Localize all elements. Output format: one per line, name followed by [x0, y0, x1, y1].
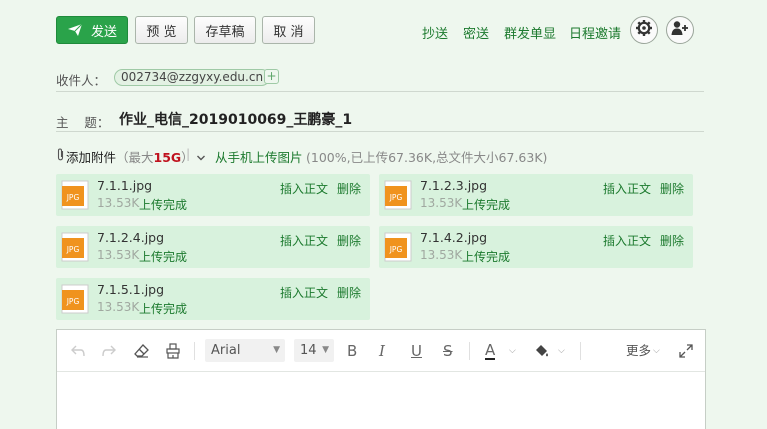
toolbar-separator	[194, 342, 195, 360]
file-type-label: JPG	[66, 297, 80, 306]
attachment-item: JPG 7.1.4.2.jpg 13.53K 上传完成 插入正文 删除	[379, 226, 693, 268]
attachment-item: JPG 7.1.2.4.jpg 13.53K 上传完成 插入正文 删除	[56, 226, 370, 268]
more-button[interactable]: 更多	[626, 342, 651, 360]
italic-button[interactable]: I	[379, 342, 385, 360]
chevron-down-icon[interactable]	[196, 150, 206, 165]
attachment-size: 13.53K	[97, 248, 140, 262]
chevron-down-icon: ▼	[273, 345, 280, 355]
save-draft-button[interactable]: 存草稿	[194, 16, 256, 44]
settings-button[interactable]	[630, 16, 658, 44]
delete-attachment-link[interactable]: 删除	[660, 232, 684, 249]
bcc-link[interactable]: 密送	[463, 23, 489, 42]
font-size-select[interactable]: 14 ▼	[294, 339, 334, 362]
divider-bar: |	[186, 146, 191, 161]
attachment-item: JPG 7.1.2.3.jpg 13.53K 上传完成 插入正文 删除	[379, 174, 693, 216]
subject-input[interactable]: 作业_电信_2019010069_王鹏豪_1	[119, 109, 352, 129]
jpg-file-icon: JPG	[60, 180, 90, 210]
redo-icon[interactable]	[100, 342, 118, 360]
max-size-value: 15G	[153, 150, 182, 165]
max-size-note: （最大15G）	[116, 147, 194, 166]
add-attachment-link[interactable]: 添加附件	[66, 147, 116, 166]
attachment-size: 13.53K	[97, 300, 140, 314]
attachment-size: 13.53K	[420, 196, 463, 210]
send-button[interactable]: 发送	[56, 16, 128, 44]
file-type-label: JPG	[66, 245, 80, 254]
font-color-button[interactable]: A	[485, 342, 496, 360]
subject-divider	[56, 131, 704, 132]
cc-link[interactable]: 抄送	[422, 23, 448, 42]
preview-button[interactable]: 预 览	[135, 16, 188, 44]
send-plane-icon	[67, 23, 83, 37]
attachment-name: 7.1.2.4.jpg	[97, 230, 165, 245]
insert-into-body-link[interactable]: 插入正文	[603, 232, 651, 249]
subject-label: 主 题：	[56, 115, 110, 130]
font-family-value: Arial	[211, 343, 241, 358]
file-type-label: JPG	[389, 245, 403, 254]
attachment-status: 上传完成	[139, 198, 188, 212]
attachment-name: 7.1.4.2.jpg	[420, 230, 488, 245]
underline-button[interactable]: U	[411, 342, 422, 360]
file-type-label: JPG	[389, 193, 403, 202]
chevron-down-icon: ▼	[322, 345, 329, 355]
jpg-file-icon: JPG	[60, 284, 90, 314]
chevron-down-icon[interactable]: ⌵	[558, 342, 565, 360]
insert-into-body-link[interactable]: 插入正文	[280, 232, 328, 249]
gear-icon	[635, 19, 653, 41]
toolbar-separator	[580, 342, 581, 360]
chevron-down-icon[interactable]: ⌵	[509, 342, 516, 360]
editor-toolbar: Arial ▼ 14 ▼ B I U S A ⌵ ⌵ 更多 ⌵	[57, 330, 705, 372]
delete-attachment-link[interactable]: 删除	[337, 284, 361, 301]
attachment-status: 上传完成	[139, 302, 188, 316]
undo-icon[interactable]	[69, 342, 87, 360]
attachment-size: 13.53K	[97, 196, 140, 210]
recipient-divider	[56, 91, 704, 92]
insert-into-body-link[interactable]: 插入正文	[280, 180, 328, 197]
paperclip-icon	[56, 148, 65, 164]
attachment-item: JPG 7.1.5.1.jpg 13.53K 上传完成 插入正文 删除	[56, 278, 370, 320]
strikethrough-button[interactable]: S	[443, 342, 453, 360]
attachment-item: JPG 7.1.1.jpg 13.53K 上传完成 插入正文 删除	[56, 174, 370, 216]
send-separately-link[interactable]: 群发单显	[504, 23, 556, 42]
jpg-file-icon: JPG	[60, 232, 90, 262]
fullscreen-icon[interactable]	[677, 342, 695, 360]
upload-summary: (100%,已上传67.36K,总文件大小67.63K)	[306, 150, 548, 165]
bold-button[interactable]: B	[347, 342, 357, 360]
attachment-name: 7.1.1.jpg	[97, 178, 153, 193]
recipient-chip[interactable]: 002734@zzgyxy.edu.cn	[114, 69, 271, 86]
add-user-icon	[671, 20, 689, 40]
max-size-prefix: （最大	[116, 150, 154, 165]
attachment-status: 上传完成	[462, 198, 511, 212]
format-painter-icon[interactable]	[164, 342, 182, 360]
insert-into-body-link[interactable]: 插入正文	[603, 180, 651, 197]
font-size-value: 14	[300, 343, 317, 358]
schedule-invite-link[interactable]: 日程邀请	[569, 23, 621, 42]
chevron-down-icon: ⌵	[653, 346, 660, 356]
compose-page: 发送 预 览 存草稿 取 消 抄送 密送 群发单显 日程邀请 收件人： 0027…	[0, 0, 767, 429]
jpg-file-icon: JPG	[383, 180, 413, 210]
toolbar-separator	[469, 342, 470, 360]
highlight-color-icon[interactable]	[533, 342, 551, 360]
font-family-select[interactable]: Arial ▼	[205, 339, 285, 362]
attachment-name: 7.1.5.1.jpg	[97, 282, 165, 297]
add-contact-button[interactable]	[666, 16, 694, 44]
attachment-status: 上传完成	[139, 250, 188, 264]
cancel-button[interactable]: 取 消	[262, 16, 315, 44]
file-type-label: JPG	[66, 193, 80, 202]
jpg-file-icon: JPG	[383, 232, 413, 262]
attachment-status: 上传完成	[462, 250, 511, 264]
eraser-icon[interactable]	[133, 342, 151, 360]
delete-attachment-link[interactable]: 删除	[660, 180, 684, 197]
delete-attachment-link[interactable]: 删除	[337, 232, 361, 249]
editor: Arial ▼ 14 ▼ B I U S A ⌵ ⌵ 更多 ⌵	[56, 329, 706, 429]
attachment-size: 13.53K	[420, 248, 463, 262]
phone-upload-link[interactable]: 从手机上传图片	[215, 147, 303, 166]
delete-attachment-link[interactable]: 删除	[337, 180, 361, 197]
send-label: 发送	[90, 24, 117, 40]
recipient-label: 收件人：	[56, 73, 107, 88]
add-recipient-button[interactable]: +	[264, 69, 279, 84]
attachment-name: 7.1.2.3.jpg	[420, 178, 488, 193]
insert-into-body-link[interactable]: 插入正文	[280, 284, 328, 301]
